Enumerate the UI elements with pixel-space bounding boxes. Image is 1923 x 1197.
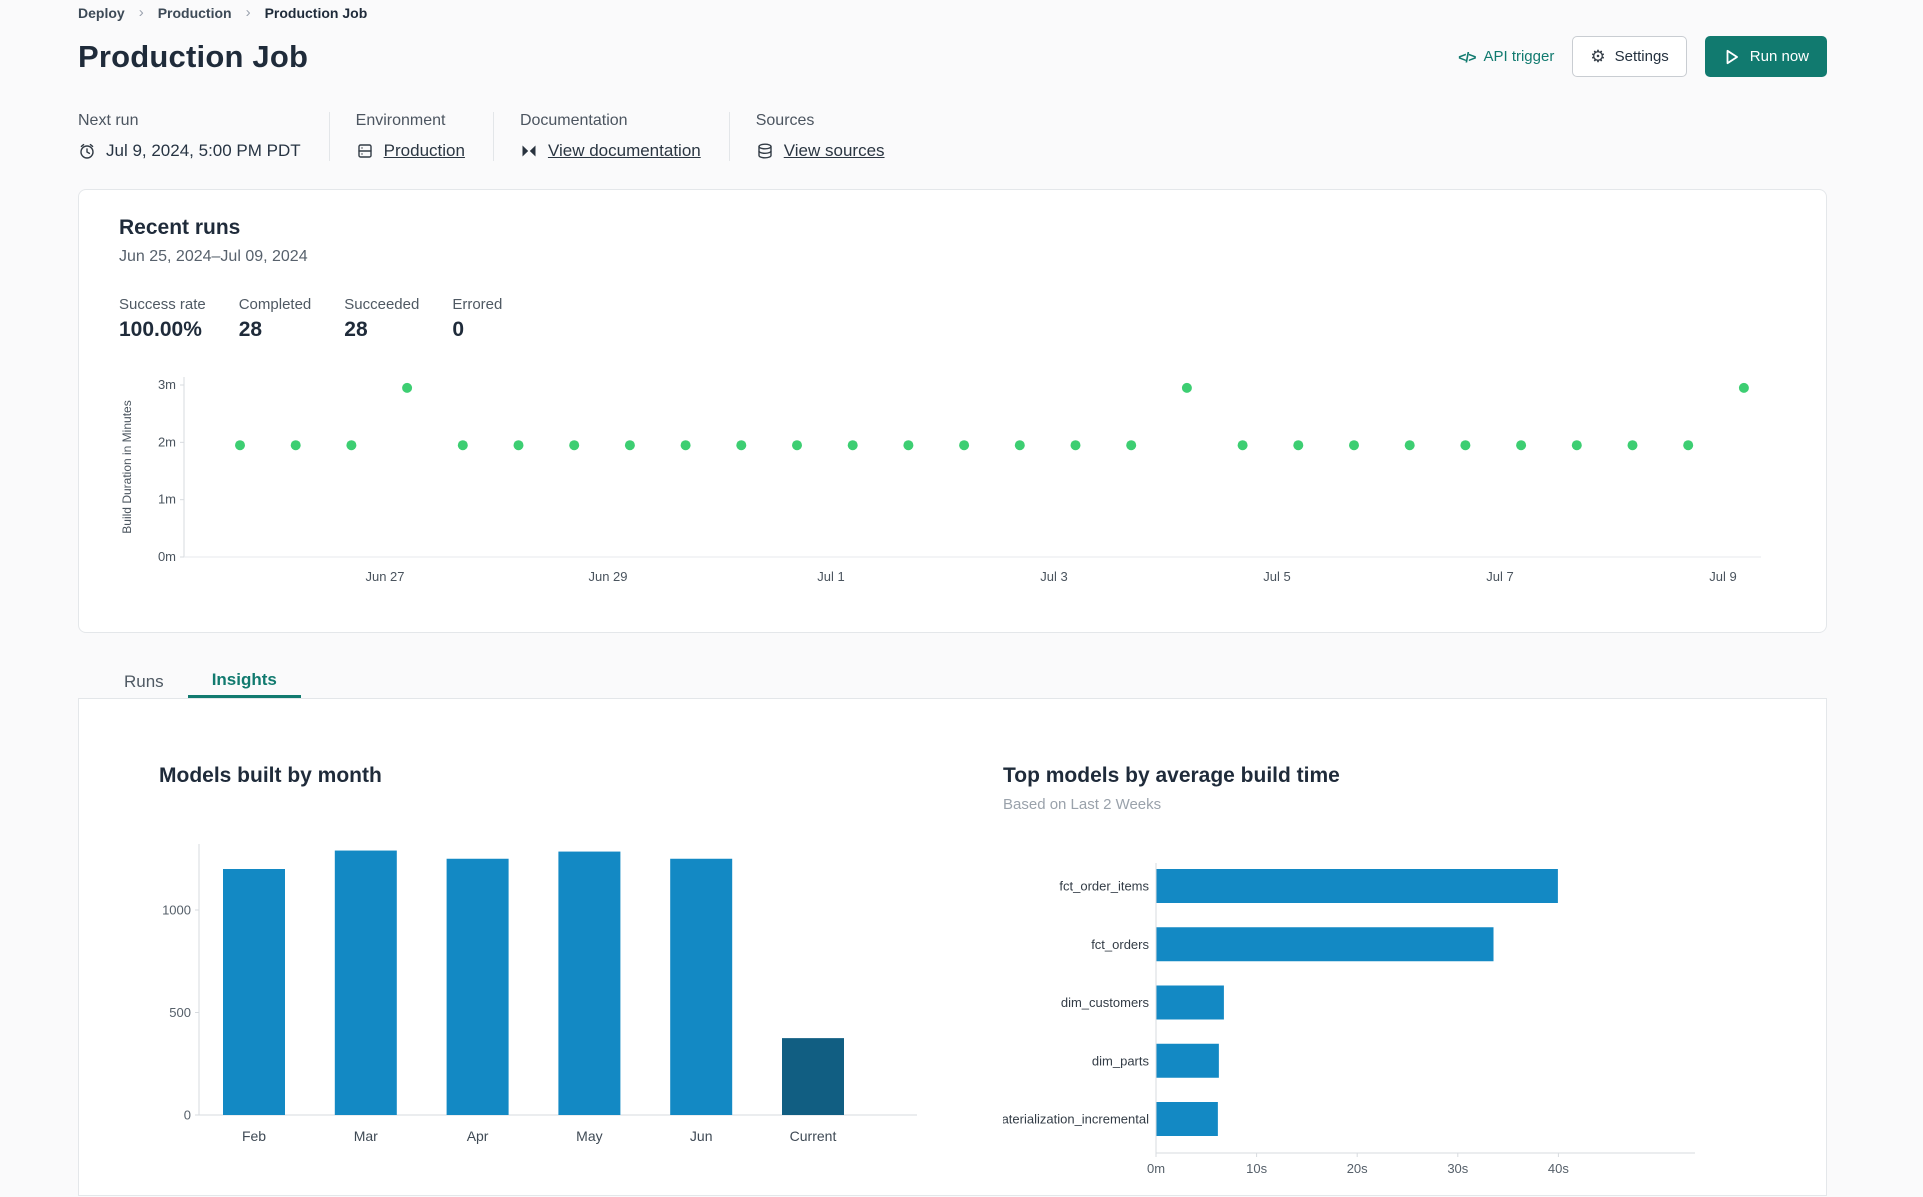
view-documentation-link[interactable]: View documentation (548, 141, 701, 161)
svg-text:3m: 3m (158, 377, 176, 392)
next-run-value: Jul 9, 2024, 5:00 PM PDT (106, 141, 301, 160)
chevron-right-icon: › (138, 4, 144, 21)
environment-link[interactable]: Production (384, 141, 465, 161)
run-now-label: Run now (1749, 48, 1809, 65)
svg-text:Jul 3: Jul 3 (1040, 569, 1067, 584)
environment-icon (357, 144, 372, 158)
job-detail-section: Runs Insights Models built by month 0 500… (78, 665, 1827, 1197)
svg-text:30s: 30s (1447, 1161, 1468, 1176)
tab-bar: Runs Insights (78, 665, 1827, 699)
job-info-bar: Next run Jul 9, 2024, 5:00 PM PDT Enviro… (78, 112, 913, 161)
play-icon (1726, 49, 1738, 64)
next-run-section: Next run Jul 9, 2024, 5:00 PM PDT (78, 112, 329, 161)
svg-text:Current: Current (790, 1128, 837, 1144)
settings-label: Settings (1614, 48, 1669, 65)
breadcrumb-deploy[interactable]: Deploy (78, 5, 125, 21)
svg-text:10s: 10s (1246, 1161, 1267, 1176)
svg-text:Jul 1: Jul 1 (817, 569, 844, 584)
svg-text:Jun 29: Jun 29 (588, 569, 627, 584)
models-built-title: Models built by month (159, 764, 382, 787)
svg-text:Jun 27: Jun 27 (365, 569, 404, 584)
stat-succeeded: Succeeded 28 (344, 296, 420, 341)
code-icon: </> (1458, 48, 1476, 65)
stat-completed: Completed 28 (238, 296, 312, 341)
svg-text:Apr: Apr (467, 1128, 489, 1144)
breadcrumb-current-page: Production Job (264, 4, 368, 21)
svg-text:0: 0 (184, 1108, 191, 1123)
tab-insights[interactable]: Insights (187, 665, 301, 698)
svg-text:fct_order_items: fct_order_items (1059, 879, 1149, 894)
recent-runs-card: Recent runs Jun 25, 2024–Jul 09, 2024 Su… (78, 189, 1827, 633)
api-trigger-label: API trigger (1483, 48, 1555, 65)
chevron-right-icon: › (245, 4, 251, 21)
sources-section: Sources View sources (728, 112, 913, 161)
docs-icon (522, 145, 536, 157)
next-run-label: Next run (78, 112, 139, 129)
build-duration-scatter-chart: 0m 1m 2m 3m Build Duration in Minutes Jun 27 J… (101, 371, 1801, 601)
recent-runs-title: Recent runs (119, 216, 241, 239)
top-models-title: Top models by average build time (1003, 764, 1340, 787)
top-models-subtitle: Based on Last 2 Weeks (1003, 796, 1162, 813)
models-built-by-month-chart: Models built by month 0 500 1000 Feb Mar Apr M… (159, 763, 929, 1158)
environment-label: Environment (355, 112, 446, 129)
svg-text:Jul 7: Jul 7 (1486, 569, 1513, 584)
breadcrumb: Deploy › Production › Production Job (78, 4, 367, 21)
recent-runs-stats: Success rate 100.00% Completed 28 Succee… (119, 296, 1786, 342)
tab-runs[interactable]: Runs (100, 665, 188, 698)
breadcrumb-production[interactable]: Production (158, 5, 232, 21)
stat-errored: Errored 0 (452, 296, 503, 341)
api-trigger-link[interactable]: </> API trigger (1458, 48, 1554, 65)
svg-text:Jul 5: Jul 5 (1263, 569, 1290, 584)
svg-text:40s: 40s (1548, 1161, 1569, 1176)
svg-text:Jul 9: Jul 9 (1709, 569, 1736, 584)
svg-text:Feb: Feb (242, 1128, 266, 1144)
documentation-label: Documentation (519, 112, 628, 129)
insights-panel: Models built by month 0 500 1000 Feb Mar Apr M… (78, 699, 1827, 1196)
svg-text:dim_parts: dim_parts (1092, 1053, 1150, 1068)
svg-text:dim_customers: dim_customers (1061, 995, 1150, 1010)
sources-label: Sources (755, 112, 815, 129)
environment-section: Environment Production (328, 112, 493, 161)
documentation-section: Documentation View documentation (492, 112, 729, 161)
svg-text:Jun: Jun (690, 1128, 713, 1144)
svg-text:Mar: Mar (354, 1128, 378, 1144)
view-sources-link[interactable]: View sources (784, 141, 885, 161)
svg-text:materialization_incremental: materialization_incremental (1003, 1112, 1149, 1127)
svg-text:0m: 0m (158, 549, 176, 564)
run-now-button[interactable]: Run now (1704, 36, 1827, 77)
stat-success-rate: Success rate 100.00% (119, 296, 206, 341)
database-icon (758, 143, 772, 159)
header-actions: </> API trigger ⚙ Settings Run now (1458, 36, 1827, 77)
svg-text:fct_orders: fct_orders (1091, 937, 1149, 952)
gear-icon: ⚙ (1590, 47, 1606, 66)
svg-text:1m: 1m (158, 492, 176, 507)
svg-text:2m: 2m (158, 434, 176, 449)
svg-text:500: 500 (169, 1005, 191, 1020)
svg-text:0m: 0m (1147, 1161, 1165, 1176)
top-models-build-time-chart: Top models by average build time Based o… (1003, 763, 1723, 1177)
svg-text:1000: 1000 (162, 903, 191, 918)
svg-text:May: May (576, 1128, 602, 1144)
alarm-clock-icon (80, 143, 94, 159)
svg-text:20s: 20s (1347, 1161, 1368, 1176)
settings-button[interactable]: ⚙ Settings (1572, 36, 1687, 77)
page-title: Production Job (78, 38, 309, 74)
page-header: Production Job </> API trigger ⚙ Setting… (78, 36, 1827, 77)
svg-text:Build Duration in Minutes: Build Duration in Minutes (120, 400, 134, 533)
recent-runs-date-range: Jun 25, 2024–Jul 09, 2024 (119, 248, 308, 265)
